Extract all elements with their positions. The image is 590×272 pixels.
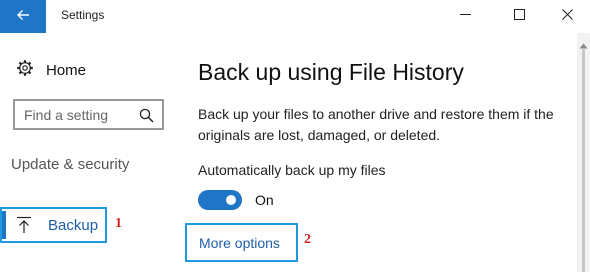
section-label: Update & security bbox=[11, 156, 130, 173]
maximize-button[interactable] bbox=[496, 4, 542, 28]
scrollbar[interactable] bbox=[577, 33, 590, 272]
sidebar-item-label: Backup bbox=[48, 217, 99, 234]
back-button[interactable] bbox=[0, 0, 46, 33]
arrow-left-icon bbox=[16, 8, 30, 26]
toggle-knob bbox=[226, 195, 236, 205]
sidebar-item-home[interactable]: Home bbox=[16, 59, 86, 82]
page-description: Back up your files to another drive and … bbox=[198, 106, 554, 143]
close-icon bbox=[561, 7, 573, 25]
more-options-label: More options bbox=[199, 235, 280, 251]
gear-icon bbox=[16, 59, 34, 82]
minimize-button[interactable] bbox=[442, 4, 488, 28]
search-box[interactable] bbox=[13, 99, 164, 130]
search-input[interactable] bbox=[24, 107, 134, 123]
close-button[interactable] bbox=[544, 4, 590, 28]
selected-indicator bbox=[2, 211, 6, 239]
auto-backup-label: Automatically back up my files bbox=[198, 162, 386, 178]
backup-upload-icon bbox=[16, 216, 32, 239]
minimize-icon bbox=[459, 7, 471, 25]
window-title: Settings bbox=[61, 8, 105, 22]
sidebar-item-backup[interactable]: Backup bbox=[0, 207, 107, 243]
main-content: Back up using File History Back up your … bbox=[177, 33, 577, 272]
maximize-icon bbox=[513, 7, 525, 25]
annotation-marker-2: 2 bbox=[304, 232, 311, 247]
page-title: Back up using File History bbox=[198, 59, 464, 85]
title-bar: Settings bbox=[0, 0, 590, 33]
home-label: Home bbox=[46, 62, 87, 79]
toggle-state-label: On bbox=[255, 192, 274, 208]
more-options-link[interactable]: More options bbox=[185, 223, 298, 262]
scrollbar-thumb[interactable] bbox=[582, 49, 585, 272]
search-icon[interactable] bbox=[139, 108, 154, 128]
sidebar: Home Update & security Backup 1 bbox=[0, 33, 177, 272]
annotation-marker-1: 1 bbox=[115, 216, 122, 231]
auto-backup-toggle[interactable] bbox=[198, 190, 242, 210]
